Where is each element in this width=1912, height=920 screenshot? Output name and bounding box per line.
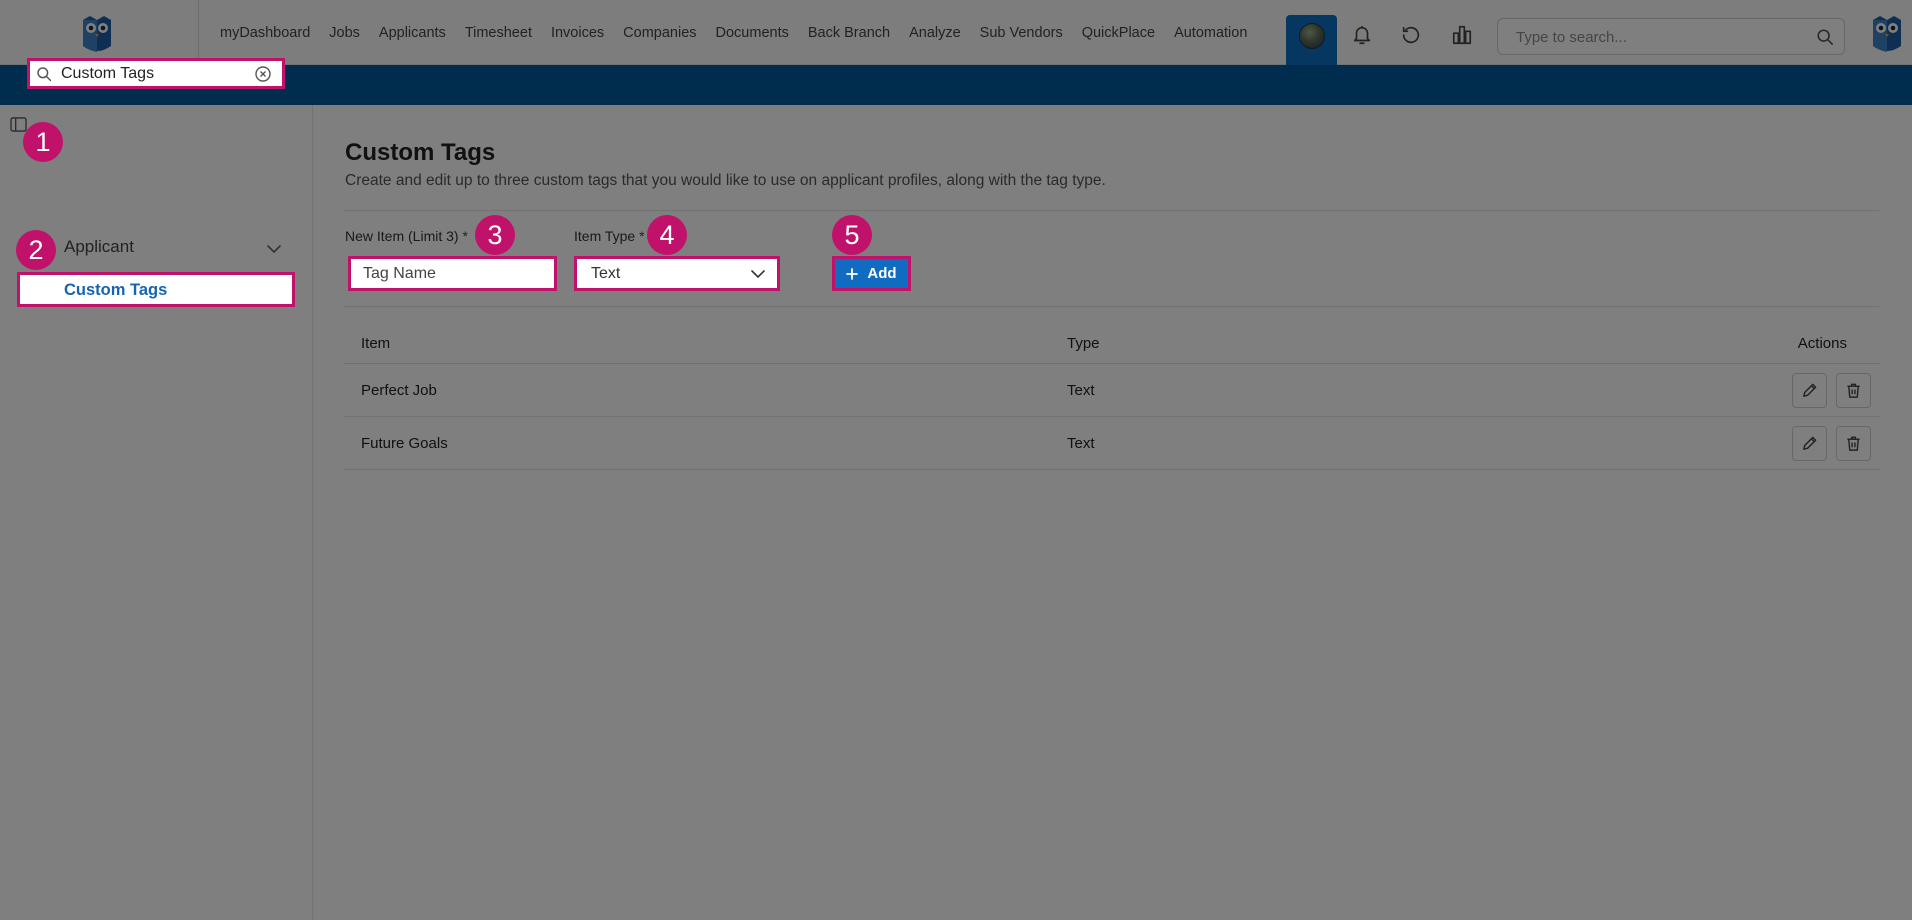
item-type-value: Text — [591, 265, 621, 282]
brand-bar — [0, 65, 1912, 105]
nav-companies[interactable]: Companies — [623, 25, 696, 41]
search-icon[interactable] — [1816, 28, 1834, 46]
column-header-item: Item — [361, 335, 391, 352]
nav-mydashboard[interactable]: myDashboard — [220, 25, 310, 41]
step-marker-4: 4 — [647, 215, 687, 255]
chevron-down-icon[interactable] — [267, 245, 281, 254]
nav-back-branch[interactable]: Back Branch — [808, 25, 890, 41]
nav-automation[interactable]: Automation — [1174, 25, 1247, 41]
sidebar-group-applicant[interactable]: Applicant — [64, 237, 134, 257]
trash-icon — [1847, 436, 1860, 451]
pencil-icon — [1803, 383, 1817, 397]
delete-button[interactable] — [1836, 426, 1871, 461]
nav-applicants[interactable]: Applicants — [379, 25, 446, 41]
add-button[interactable]: Add — [832, 256, 911, 291]
search-icon — [37, 67, 52, 82]
table-row: Perfect Job Text — [344, 364, 1880, 417]
nav-analyze[interactable]: Analyze — [909, 25, 961, 41]
page-description: Create and edit up to three custom tags … — [345, 172, 1106, 189]
new-item-label: New Item (Limit 3) * — [345, 228, 468, 244]
row-item-name: Perfect Job — [361, 382, 437, 399]
nav-invoices[interactable]: Invoices — [551, 25, 604, 41]
column-header-type: Type — [1067, 335, 1100, 352]
row-item-type: Text — [1067, 435, 1095, 452]
tag-name-field[interactable] — [348, 256, 557, 291]
table-header: Item Type Actions — [344, 323, 1880, 364]
item-type-label: Item Type * — [574, 228, 645, 244]
edit-button[interactable] — [1792, 373, 1827, 408]
sidebar-item-custom-tags[interactable]: Custom Tags — [17, 272, 295, 307]
item-type-select[interactable]: Text — [574, 256, 780, 291]
row-item-type: Text — [1067, 382, 1095, 399]
sidebar-toggle-icon[interactable] — [10, 117, 27, 132]
nav-timesheet[interactable]: Timesheet — [465, 25, 532, 41]
plus-icon — [846, 267, 859, 280]
edit-button[interactable] — [1792, 426, 1827, 461]
step-marker-3: 3 — [475, 215, 515, 255]
chart-icon[interactable] — [1451, 24, 1473, 46]
divider — [344, 210, 1879, 211]
sidebar-search-input[interactable]: Custom Tags — [27, 58, 285, 89]
table-row: Future Goals Text — [344, 417, 1880, 470]
step-marker-5: 5 — [832, 215, 872, 255]
history-icon[interactable] — [1400, 24, 1422, 46]
page-title: Custom Tags — [345, 139, 496, 166]
nav-sub-vendors[interactable]: Sub Vendors — [980, 25, 1063, 41]
add-button-label: Add — [867, 265, 897, 282]
owl-logo-icon[interactable] — [80, 14, 114, 54]
global-search-input[interactable] — [1514, 27, 1804, 47]
delete-button[interactable] — [1836, 373, 1871, 408]
tags-table: Item Type Actions Perfect Job Text Futur… — [344, 323, 1880, 470]
sidebar-item-label: Custom Tags — [64, 281, 168, 299]
pencil-icon — [1803, 436, 1817, 450]
nav-documents[interactable]: Documents — [716, 25, 789, 41]
nav-quickplace[interactable]: QuickPlace — [1082, 25, 1155, 41]
main-content: Custom Tags Create and edit up to three … — [314, 105, 1912, 920]
main-nav: myDashboard Jobs Applicants Timesheet In… — [220, 0, 1266, 65]
row-item-name: Future Goals — [361, 435, 448, 452]
settings-sidebar — [0, 105, 313, 920]
nav-jobs[interactable]: Jobs — [329, 25, 360, 41]
logo-area — [0, 0, 199, 65]
top-nav-bar: myDashboard Jobs Applicants Timesheet In… — [0, 0, 1912, 65]
chevron-down-icon — [751, 270, 765, 279]
step-marker-1: 1 — [23, 122, 63, 162]
trash-icon — [1847, 383, 1860, 398]
clear-icon[interactable] — [255, 66, 271, 82]
column-header-actions: Actions — [1797, 335, 1847, 352]
step-marker-2: 2 — [16, 230, 56, 270]
owl-brand-icon[interactable] — [1870, 14, 1904, 54]
user-avatar-tab[interactable] — [1286, 15, 1337, 65]
global-search[interactable] — [1497, 18, 1845, 55]
divider — [344, 306, 1879, 307]
avatar[interactable] — [1299, 23, 1325, 49]
tag-name-input[interactable] — [351, 259, 554, 288]
sidebar-search-value: Custom Tags — [61, 65, 155, 82]
bell-icon[interactable] — [1351, 24, 1373, 46]
